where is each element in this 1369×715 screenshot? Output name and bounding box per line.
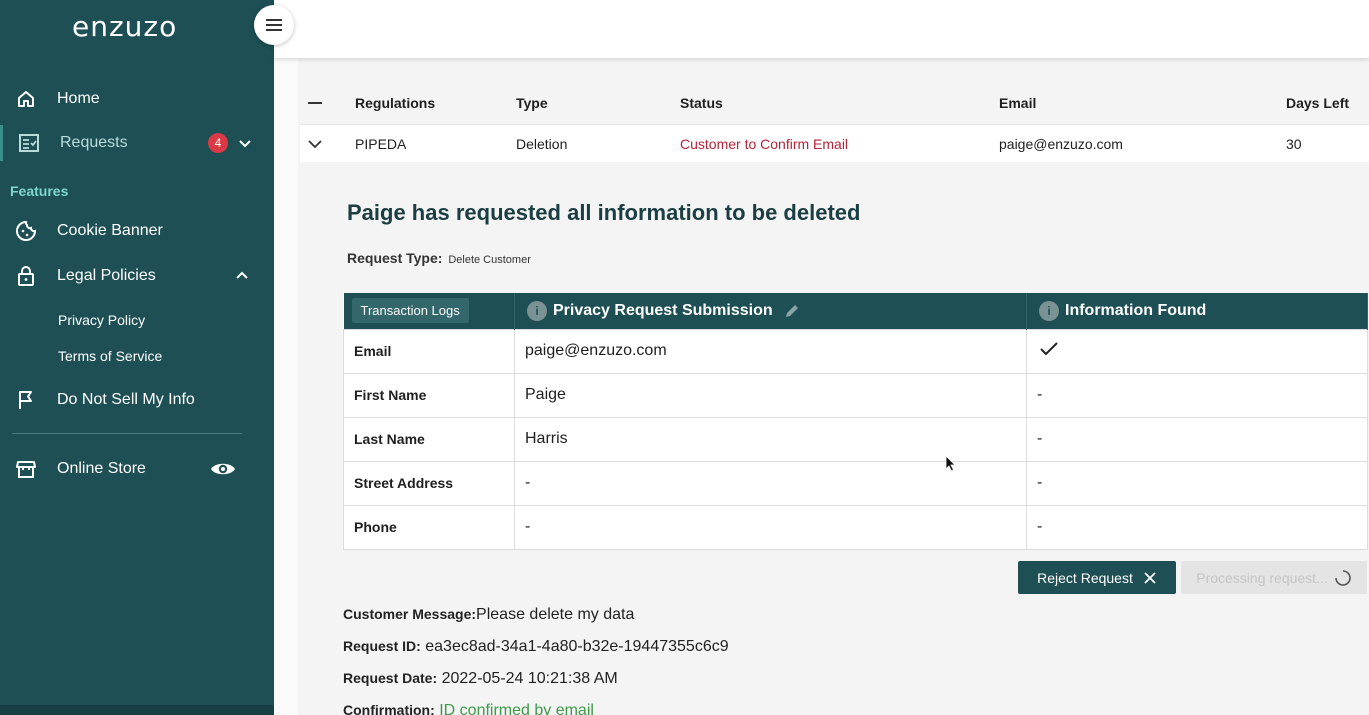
close-icon: [1144, 571, 1156, 584]
request-type: Request Type: Delete Customer: [347, 250, 531, 266]
chevron-down-icon[interactable]: [237, 135, 253, 151]
table-row: Last Name Harris -: [343, 416, 1368, 462]
menu-toggle-button[interactable]: [254, 5, 294, 45]
row-email: paige@enzuzo.com: [999, 135, 1123, 152]
info-icon[interactable]: i: [1039, 300, 1059, 321]
sidebar-item-label: Requests: [60, 134, 128, 151]
sidebar-item-legal-policies[interactable]: Legal Policies: [0, 258, 274, 294]
requests-count-badge: 4: [208, 133, 228, 153]
reject-request-button[interactable]: Reject Request: [1018, 561, 1176, 594]
transaction-table: Transaction Logs i Privacy Request Submis…: [343, 293, 1368, 550]
confirmation: Confirmation: ID confirmed by email: [343, 702, 594, 715]
header-status[interactable]: Status: [680, 95, 723, 111]
chevron-up-icon[interactable]: [234, 268, 250, 284]
sidebar-item-label: Do Not Sell My Info: [57, 391, 195, 408]
flag-icon: [14, 388, 38, 412]
request-date-label: Request Date:: [343, 670, 438, 686]
confirmation-value: ID confirmed by email: [439, 702, 594, 715]
submitted-value: paige@enzuzo.com: [514, 328, 1027, 374]
sidebar-item-label: Legal Policies: [57, 267, 156, 284]
customer-message-value: Please delete my data: [476, 606, 635, 623]
table-row: Phone - -: [343, 504, 1368, 550]
sidebar-item-label: Home: [57, 90, 100, 107]
lock-icon: [14, 264, 38, 288]
requests-table-header: Regulations Type Status Email Days Left: [300, 85, 1369, 121]
header-type[interactable]: Type: [516, 95, 548, 111]
app-logo: enzuzo: [72, 10, 178, 43]
home-icon: [14, 87, 38, 111]
row-regulation: PIPEDA: [355, 135, 407, 152]
privacy-request-submission-header: i Privacy Request Submission: [514, 293, 1027, 329]
table-row: Email paige@enzuzo.com: [343, 328, 1368, 374]
sidebar-item-cookie-banner[interactable]: Cookie Banner: [0, 213, 274, 249]
found-value: -: [1026, 372, 1368, 418]
transaction-logs-button[interactable]: Transaction Logs: [351, 298, 469, 324]
found-value: -: [1026, 460, 1368, 506]
sidebar-item-label: Cookie Banner: [57, 222, 163, 239]
header-regulations[interactable]: Regulations: [355, 95, 435, 111]
requests-icon: [17, 131, 41, 155]
customer-message-label: Customer Message:: [343, 606, 477, 622]
cookie-icon: [14, 219, 38, 243]
submitted-value: -: [514, 504, 1027, 550]
sidebar-item-label: Online Store: [57, 460, 146, 477]
field-label: Street Address: [343, 460, 515, 506]
request-type-label: Request Type:: [347, 250, 443, 266]
request-date: Request Date: 2022-05-24 10:21:38 AM: [343, 670, 618, 688]
mouse-cursor-icon: [945, 455, 956, 472]
field-label: Last Name: [343, 416, 515, 462]
sidebar-item-requests[interactable]: Requests 4: [0, 125, 274, 161]
header-days-left[interactable]: Days Left: [1286, 95, 1349, 111]
request-date-value: 2022-05-24 10:21:38 AM: [441, 670, 618, 687]
row-status: Customer to Confirm Email: [680, 135, 849, 152]
field-label: Email: [343, 328, 515, 374]
customer-message: Customer Message:Please delete my data: [343, 606, 634, 624]
sidebar-footer: [0, 705, 274, 715]
spinner-icon: [1334, 569, 1351, 586]
features-section-title: Features: [10, 183, 69, 199]
sidebar: enzuzo Home Requests 4 Features Cookie B…: [0, 0, 274, 715]
sidebar-item-home[interactable]: Home: [0, 81, 274, 117]
table-row: First Name Paige -: [343, 372, 1368, 418]
request-detail-title: Paige has requested all information to b…: [347, 200, 861, 225]
field-label: Phone: [343, 504, 515, 550]
table-row: Street Address - -: [343, 460, 1368, 506]
confirmation-label: Confirmation:: [343, 702, 435, 715]
sidebar-divider: [12, 433, 242, 434]
transaction-logs-header: Transaction Logs: [343, 293, 515, 329]
processing-request-button: Processing request...: [1181, 561, 1367, 594]
processing-request-label: Processing request...: [1196, 569, 1328, 586]
table-row[interactable]: PIPEDA Deletion Customer to Confirm Emai…: [300, 124, 1369, 162]
hamburger-icon: [266, 19, 282, 31]
field-label: First Name: [343, 372, 515, 418]
checkmark-icon: [1026, 328, 1368, 374]
found-value: -: [1026, 416, 1368, 462]
reject-request-label: Reject Request: [1037, 569, 1133, 586]
information-found-label: Information Found: [1065, 301, 1207, 319]
chevron-down-icon[interactable]: [308, 139, 322, 149]
collapse-all-icon[interactable]: [308, 102, 322, 104]
privacy-request-submission-label: Privacy Request Submission: [553, 301, 773, 319]
sidebar-item-do-not-sell[interactable]: Do Not Sell My Info: [0, 382, 274, 418]
row-days-left: 30: [1286, 135, 1302, 152]
sidebar-item-privacy-policy[interactable]: Privacy Policy: [58, 312, 145, 328]
store-icon: [14, 457, 38, 481]
request-type-value: Delete Customer: [448, 254, 531, 266]
found-value: -: [1026, 504, 1368, 550]
information-found-header: i Information Found: [1026, 293, 1368, 329]
info-icon[interactable]: i: [527, 300, 547, 321]
request-id: Request ID: ea3ec8ad-34a1-4a80-b32e-1944…: [343, 638, 729, 656]
request-id-value: ea3ec8ad-34a1-4a80-b32e-19447355c6c9: [425, 638, 729, 655]
header-email[interactable]: Email: [999, 95, 1036, 111]
sidebar-item-terms-of-service[interactable]: Terms of Service: [58, 348, 162, 364]
row-type: Deletion: [516, 135, 568, 152]
request-id-label: Request ID:: [343, 638, 421, 654]
eye-icon[interactable]: [210, 460, 236, 478]
edit-pencil-icon[interactable]: [783, 302, 801, 320]
top-bar: [274, 0, 1369, 58]
submitted-value: Paige: [514, 372, 1027, 418]
